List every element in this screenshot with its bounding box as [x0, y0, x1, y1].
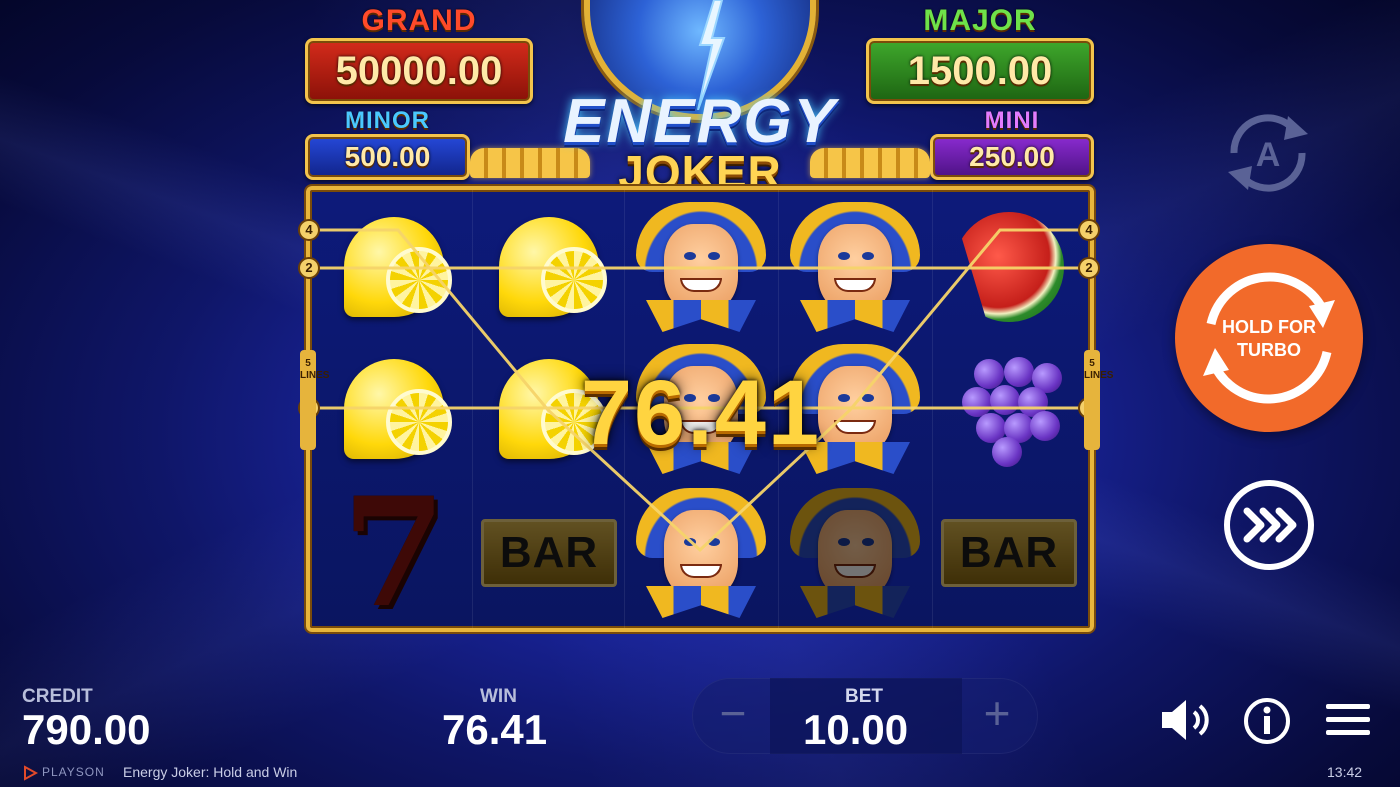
reel-1-symbol-3: 7	[318, 465, 470, 641]
clock: 13:42	[1327, 764, 1363, 780]
reel-5-symbol-3: BAR	[933, 480, 1085, 626]
grapes-icon	[954, 349, 1064, 469]
playson-logo-icon	[24, 765, 38, 781]
reel-1-symbol-2	[318, 336, 470, 482]
win-value: 76.41	[442, 706, 548, 753]
jackpot-mini: MINI 250.00	[930, 108, 1094, 180]
lines-tag-left: 5 LINES	[300, 350, 329, 450]
reel-3-symbol-1	[625, 194, 777, 340]
bet-increase-button[interactable]: +	[972, 690, 1022, 740]
reel-3-symbol-3	[625, 480, 777, 626]
menu-button[interactable]	[1324, 700, 1372, 740]
reel-2-symbol-1	[473, 194, 625, 340]
joker-icon	[636, 202, 766, 332]
credit-label: CREDIT	[22, 686, 93, 707]
reel-4-symbol-1	[779, 194, 931, 340]
reel-5-symbol-2	[933, 336, 1085, 482]
joker-icon	[790, 202, 920, 332]
jackpot-mini-value: 250.00	[930, 134, 1094, 180]
joker-icon	[790, 488, 920, 618]
bar-symbol: BAR	[481, 519, 617, 587]
line-marker-right-2: 2	[1078, 257, 1100, 279]
hold-for-turbo-button[interactable]: HOLD FOR TURBO	[1175, 244, 1363, 432]
fast-forward-button[interactable]	[1224, 480, 1314, 570]
reel-1: 7	[318, 190, 470, 628]
reel-5: BAR	[932, 190, 1084, 628]
autoplay-button[interactable]: A	[1216, 108, 1320, 198]
speaker-icon	[1162, 700, 1209, 740]
joker-icon	[636, 488, 766, 618]
autoplay-icon: A	[1256, 136, 1281, 174]
jackpot-grand-label: GRAND	[361, 4, 477, 37]
win-amount-overlay: 76.41	[580, 362, 822, 464]
line-marker-left-4: 4	[298, 219, 320, 241]
turbo-label-line-1: HOLD FOR	[1222, 317, 1316, 337]
line-marker-right-4: 4	[1078, 219, 1100, 241]
sound-button[interactable]	[1160, 698, 1214, 742]
reel-1-symbol-1	[318, 194, 470, 340]
reel-4-symbol-3	[779, 480, 931, 626]
game-title: Energy Joker: Hold and Win	[123, 764, 298, 780]
turbo-label: HOLD FOR TURBO	[1175, 316, 1363, 362]
fast-forward-icon	[1243, 507, 1297, 543]
hamburger-menu-icon	[1326, 704, 1370, 735]
lines-tag-right: 5 LINES	[1084, 350, 1113, 450]
bet-decrease-button[interactable]: −	[708, 690, 758, 740]
jackpot-mini-label: MINI	[984, 107, 1040, 134]
jackpot-minor-value: 500.00	[305, 134, 470, 180]
win-label: WIN	[480, 686, 517, 707]
jackpot-major: MAJOR 1500.00	[866, 4, 1094, 104]
brand-name: PLAYSON	[42, 765, 105, 779]
bet-value: 10.00	[803, 706, 909, 753]
watermelon-icon	[954, 212, 1064, 322]
reel-5-symbol-1	[933, 194, 1085, 340]
info-icon	[1244, 698, 1290, 744]
bar-symbol: BAR	[941, 519, 1077, 587]
reel-2-symbol-3: BAR	[473, 480, 625, 626]
logo-title: ENERGY	[563, 87, 837, 156]
credit-value: 790.00	[22, 706, 151, 753]
lemon-icon	[344, 217, 452, 317]
seven-symbol: 7	[341, 465, 447, 641]
bet-label: BET	[845, 686, 883, 707]
jackpot-major-value: 1500.00	[866, 38, 1094, 104]
lemon-icon	[344, 359, 452, 459]
jackpot-minor: MINOR 500.00	[305, 108, 470, 180]
info-button[interactable]	[1242, 696, 1292, 746]
jackpot-grand-value: 50000.00	[305, 38, 533, 104]
turbo-label-line-2: TURBO	[1237, 340, 1301, 360]
jackpot-major-label: MAJOR	[923, 4, 1037, 37]
jackpot-minor-label: MINOR	[345, 107, 430, 134]
line-marker-left-2: 2	[298, 257, 320, 279]
lemon-icon	[499, 217, 607, 317]
jackpot-grand: GRAND 50000.00	[305, 4, 533, 104]
